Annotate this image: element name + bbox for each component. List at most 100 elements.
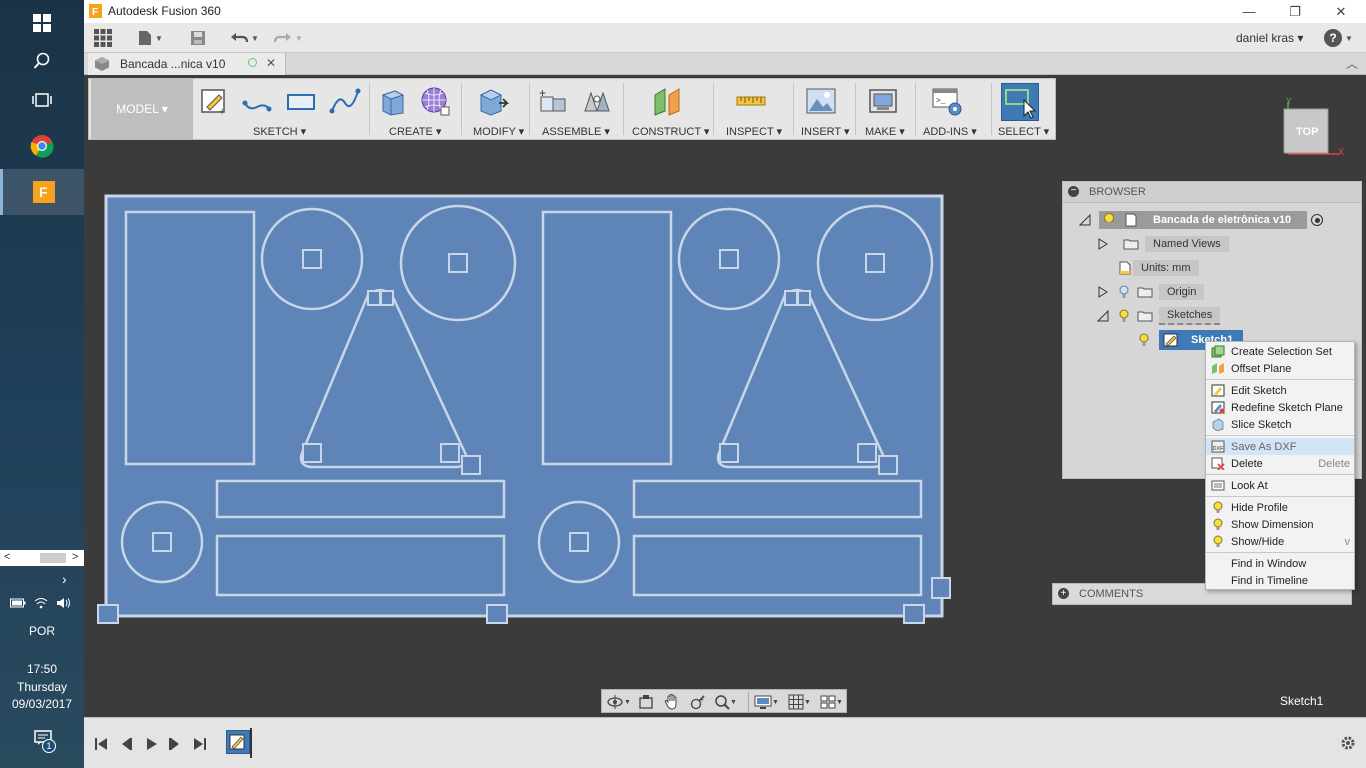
sketch-geometry[interactable]	[84, 75, 964, 635]
lightbulb-icon[interactable]	[1139, 333, 1149, 347]
create-form-icon[interactable]	[419, 85, 451, 117]
browser-header[interactable]: − BROWSER	[1063, 182, 1361, 203]
joint-icon[interactable]	[581, 85, 613, 117]
insert-menu[interactable]: INSERT ▾	[801, 125, 850, 138]
input-language[interactable]: POR	[0, 624, 84, 638]
rectangle-icon[interactable]	[285, 85, 317, 117]
zoom-icon[interactable]: +	[690, 694, 706, 710]
press-pull-icon[interactable]	[477, 85, 509, 117]
menu-item-redefine-sketch-plane[interactable]: Redefine Sketch Plane	[1206, 399, 1354, 416]
menu-item-delete[interactable]: Delete Delete	[1206, 455, 1354, 472]
restore-button[interactable]: ❐	[1272, 0, 1318, 23]
zoom-window-button[interactable]: ▼	[714, 693, 744, 711]
menu-item-show-dimension[interactable]: Show Dimension	[1206, 516, 1354, 533]
collapse-browser-icon[interactable]: −	[1068, 186, 1079, 197]
file-menu-button[interactable]: ▼	[138, 27, 163, 49]
line-icon[interactable]	[241, 85, 273, 117]
menu-item-offset-plane[interactable]: Offset Plane	[1206, 360, 1354, 377]
action-center-button[interactable]: 1	[34, 730, 58, 754]
viewports-button[interactable]: ▼	[820, 693, 846, 711]
activate-radio-icon[interactable]	[1311, 214, 1323, 226]
inspect-menu[interactable]: INSPECT ▾	[726, 125, 782, 138]
construct-menu[interactable]: CONSTRUCT ▾	[632, 125, 709, 138]
orbit-button[interactable]: ▼	[606, 693, 634, 711]
addins-menu[interactable]: ADD-INS ▾	[923, 125, 977, 138]
gear-icon[interactable]	[1340, 735, 1356, 751]
go-to-end-button[interactable]	[191, 735, 209, 753]
menu-item-create-selection-set[interactable]: Create Selection Set	[1206, 343, 1354, 360]
menu-item-look-at[interactable]: Look At	[1206, 477, 1354, 494]
step-back-button[interactable]	[117, 735, 135, 753]
close-tab-button[interactable]: ✕	[266, 56, 276, 70]
play-button[interactable]	[142, 735, 160, 753]
lightbulb-off-icon[interactable]	[1119, 285, 1129, 299]
minimize-button[interactable]: —	[1226, 0, 1272, 23]
make-menu[interactable]: MAKE ▾	[865, 125, 905, 138]
scroll-right-icon[interactable]: >	[72, 551, 78, 563]
volume-icon[interactable]	[56, 597, 72, 609]
timeline-sketch-feature[interactable]	[226, 730, 250, 754]
offset-plane-icon[interactable]	[651, 85, 683, 117]
modify-menu[interactable]: MODIFY ▾	[473, 125, 524, 138]
data-panel-button[interactable]	[94, 27, 112, 49]
clock-day[interactable]: Thursday	[0, 680, 84, 694]
create-sketch-icon[interactable]: +	[199, 85, 231, 117]
clock-date[interactable]: 09/03/2017	[0, 697, 84, 711]
document-tab[interactable]: Bancada ...nica v10 ✕	[88, 53, 286, 75]
scripts-addins-icon[interactable]: >_	[931, 85, 963, 117]
extrude-icon[interactable]	[377, 85, 409, 117]
step-forward-button[interactable]	[166, 735, 184, 753]
user-account-menu[interactable]: daniel kras ▾	[1236, 27, 1303, 49]
lightbulb-icon[interactable]	[1119, 309, 1129, 323]
sketch-menu[interactable]: SKETCH ▾	[253, 125, 306, 138]
select-menu[interactable]: SELECT ▾	[998, 125, 1049, 138]
grid-snaps-button[interactable]: ▼	[788, 693, 818, 711]
collapsed-triangle-icon[interactable]	[1097, 286, 1109, 298]
redo-button[interactable]: ▼	[274, 27, 303, 49]
timeline-marker[interactable]	[250, 728, 252, 758]
display-settings-button[interactable]: ▼	[754, 693, 784, 711]
menu-item-find-in-window[interactable]: Find in Window	[1206, 555, 1354, 572]
browser-root-node[interactable]: Bancada de eletrônica v10	[1079, 210, 1323, 230]
close-window-button[interactable]: ✕	[1318, 0, 1364, 23]
new-component-icon[interactable]: +	[537, 85, 569, 117]
undo-button[interactable]: ▼	[230, 27, 259, 49]
expanded-triangle-icon[interactable]	[1097, 310, 1109, 322]
workspace-switcher[interactable]: MODEL ▾	[91, 79, 193, 139]
collapse-ribbon-chevron-icon[interactable]: ︿	[1346, 55, 1358, 72]
show-hidden-icons-chevron-icon[interactable]: ›	[62, 571, 67, 587]
collapsed-triangle-icon[interactable]	[1097, 238, 1109, 250]
expanded-triangle-icon[interactable]	[1079, 214, 1091, 226]
browser-node-origin[interactable]: Origin	[1097, 282, 1205, 302]
spline-icon[interactable]	[329, 85, 361, 117]
help-button[interactable]: ? ▼	[1324, 27, 1353, 49]
scrollbar-thumb[interactable]	[40, 553, 66, 563]
wifi-icon[interactable]	[34, 597, 48, 609]
viewcube-top-face[interactable]: TOP	[1296, 126, 1318, 138]
pan-hand-icon[interactable]	[664, 693, 680, 711]
menu-item-slice-sketch[interactable]: Slice Sketch	[1206, 416, 1354, 433]
viewcube[interactable]: TOP Y X	[1280, 96, 1350, 166]
horizontal-scrollbar[interactable]: < >	[0, 550, 84, 566]
menu-item-save-as-dxf[interactable]: DXF Save As DXF	[1206, 438, 1354, 455]
measure-icon[interactable]	[735, 85, 767, 117]
battery-icon[interactable]	[10, 598, 26, 608]
task-view-button[interactable]	[0, 77, 84, 123]
browser-node-sketches[interactable]: Sketches	[1097, 306, 1221, 326]
fusion-taskbar-button[interactable]: F	[0, 169, 84, 215]
save-button[interactable]	[190, 27, 206, 49]
expand-comments-icon[interactable]: +	[1058, 588, 1069, 599]
clock-time[interactable]: 17:50	[0, 662, 84, 676]
menu-item-hide-profile[interactable]: Hide Profile	[1206, 499, 1354, 516]
browser-node-named-views[interactable]: Named Views	[1097, 234, 1229, 254]
browser-node-units[interactable]: Units: mm	[1119, 258, 1199, 278]
look-at-icon[interactable]	[638, 694, 654, 710]
menu-item-edit-sketch[interactable]: Edit Sketch	[1206, 382, 1354, 399]
select-tool-button[interactable]	[1001, 83, 1039, 121]
chrome-taskbar-button[interactable]	[0, 123, 84, 169]
insert-image-icon[interactable]	[805, 85, 837, 117]
scroll-left-icon[interactable]: <	[4, 551, 10, 563]
menu-item-show-hide[interactable]: Show/Hide v	[1206, 533, 1354, 550]
lightbulb-icon[interactable]	[1103, 213, 1115, 227]
menu-item-find-in-timeline[interactable]: Find in Timeline	[1206, 572, 1354, 589]
